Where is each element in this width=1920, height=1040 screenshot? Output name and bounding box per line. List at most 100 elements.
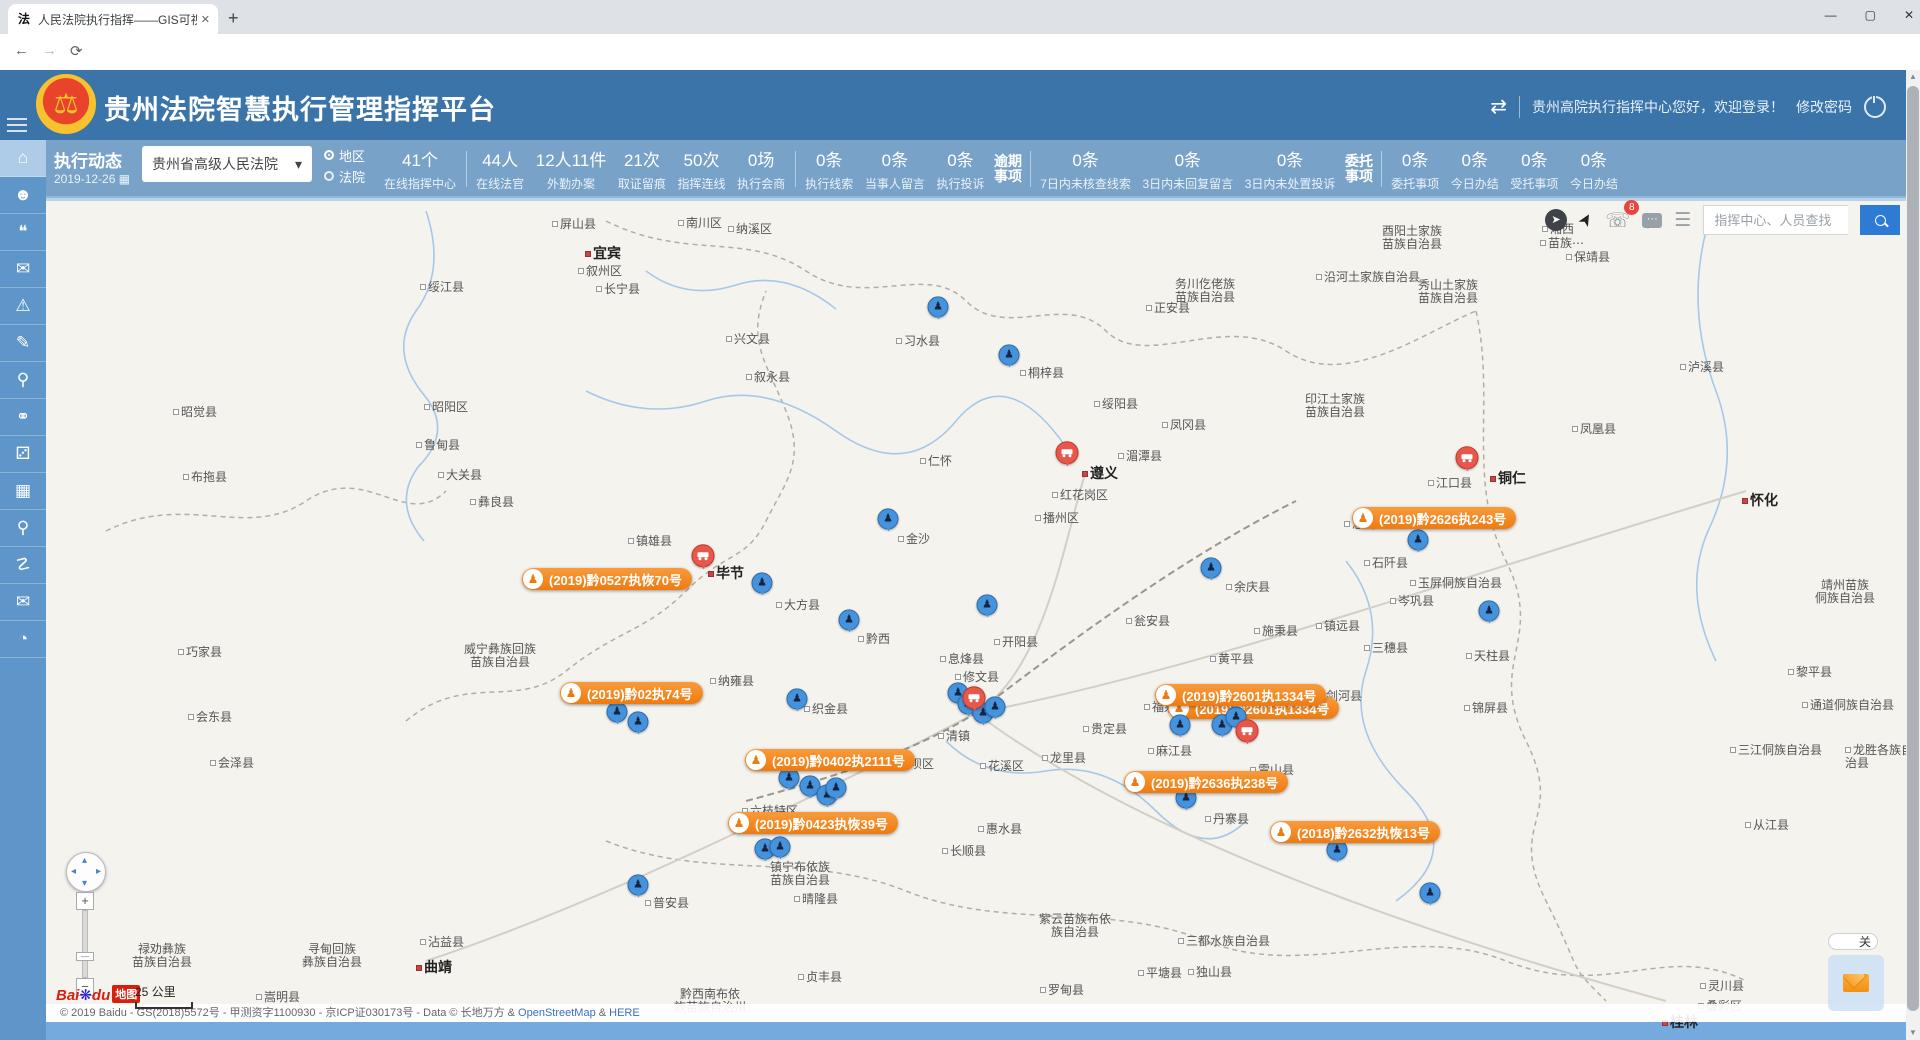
personnel-marker[interactable]: ♟ [878,508,899,529]
sidebar-item-modules[interactable]: ⚂ [0,436,46,473]
personnel-marker[interactable]: ♟ [628,874,649,895]
panel-toggle[interactable]: 关 [1828,933,1878,950]
personnel-marker[interactable]: ♟ [977,594,998,615]
intercom-icon[interactable]: ☏8 [1605,208,1630,233]
tab-close-icon[interactable]: ✕ [201,13,210,26]
logout-power-icon[interactable] [1864,96,1886,118]
personnel-marker[interactable]: ♟ [752,572,773,593]
date-label[interactable]: 2019-12-26 ▦ [54,172,130,186]
pan-down-icon[interactable]: ▾ [82,878,87,889]
radio-court[interactable]: 法院 [324,167,365,185]
stat-item[interactable]: 21次 取证留痕 [616,146,668,192]
case-number-label[interactable]: ♟ (2019)黔0402执2111号 [745,749,915,771]
zoom-in-button[interactable]: + [76,892,94,910]
case-number-label[interactable]: ♟ (2019)黔2626执243号 [1352,507,1516,529]
zoom-slider-handle[interactable]: — [76,952,94,961]
sidebar-item-mail[interactable]: ✉ [0,251,46,288]
vehicle-marker[interactable] [692,544,715,567]
browser-scrollbar[interactable]: ▲ ▼ [1906,70,1920,1040]
layers-icon[interactable]: ☰ [1674,209,1691,232]
case-number-label[interactable]: ♟ (2019)黔0527执恢70号 [522,568,692,590]
sidebar-item-process[interactable]: ☡ [0,547,46,584]
window-close-button[interactable]: ✕ [1904,8,1914,22]
stat-item[interactable]: 0条 委托事项 [1389,146,1441,192]
stat-item[interactable]: 0条 7日内未核查线索 [1038,146,1133,192]
personnel-marker[interactable]: ♟ [1479,600,1500,621]
stat-item[interactable]: 41个 在线指挥中心 [382,146,458,192]
gis-map[interactable] [46,198,1906,1022]
stat-item[interactable]: 0条 执行线索 [803,146,855,192]
sidebar-item-case-search[interactable]: ⚲ [0,362,46,399]
stat-item[interactable]: 0条 今日办结 [1449,146,1501,192]
reload-button[interactable]: ⟳ [70,42,83,60]
case-number-label[interactable]: ♟ (2019)黔2601执1334号 [1155,684,1326,706]
pan-right-icon[interactable]: ▸ [96,866,101,877]
scroll-up-icon[interactable]: ▲ [1906,70,1920,84]
personnel-marker[interactable]: ♟ [607,701,628,722]
window-maximize-button[interactable]: ▢ [1865,8,1876,22]
sidebar-item-documents[interactable]: ✎ [0,325,46,362]
court-selector[interactable]: 贵州省高级人民法院▾ [142,146,312,182]
search-button[interactable] [1860,205,1900,235]
case-number-label[interactable]: ♟ (2018)黔2632执恢13号 [1270,821,1440,843]
sidebar-item-record-search[interactable]: ⚲ [0,510,46,547]
new-tab-button[interactable]: + [228,8,239,29]
sidebar-item-links[interactable]: ⚭ [0,399,46,436]
personnel-marker[interactable]: ♟ [1201,557,1222,578]
zoom-slider-track[interactable] [82,910,88,978]
select-cursor-icon[interactable]: ➤ [1574,209,1598,231]
stat-item[interactable]: 0条 当事人留言 [863,146,927,192]
stat-item[interactable]: 50次 指挥连线 [676,146,728,192]
sidebar-item-alerts[interactable]: ⚠ [0,288,46,325]
personnel-marker[interactable]: ♟ [1408,529,1429,550]
personnel-marker[interactable]: ♟ [628,711,649,732]
message-widget[interactable] [1828,955,1884,1011]
personnel-marker[interactable]: ♟ [928,296,949,317]
sidebar-item-home[interactable]: ⌂ [0,140,46,177]
personnel-marker[interactable]: ♟ [787,688,808,709]
window-minimize-button[interactable]: — [1825,8,1837,22]
scroll-down-icon[interactable]: ▼ [1906,1026,1920,1040]
browser-tab[interactable]: 法 人民法院执行指挥——GIS可视化 ✕ [8,4,218,34]
forward-button[interactable]: → [42,42,57,59]
stat-item[interactable]: 12人11件 外勤办案 [534,146,609,192]
personnel-marker[interactable]: ♟ [999,344,1020,365]
stat-item[interactable]: 0条 3日内未处置投诉 [1243,146,1338,192]
scrollbar-thumb[interactable] [1907,86,1919,1011]
map-pan-control[interactable]: ▴ ▾ ◂ ▸ [66,852,106,892]
radio-region[interactable]: 地区 [324,146,365,164]
case-number-label[interactable]: ♟ (2019)黔0423执恢39号 [728,812,898,834]
stat-item[interactable]: 44人 在线法官 [474,146,526,192]
pan-up-icon[interactable]: ▴ [82,855,87,866]
stat-item[interactable]: 0条 受托事项 [1508,146,1560,192]
personnel-marker[interactable]: ♟ [770,836,791,857]
osm-link[interactable]: OpenStreetMap [518,1007,596,1019]
sidebar-item-chat[interactable]: ❝ [0,214,46,251]
menu-hamburger-icon[interactable] [7,114,27,136]
sidebar-item-schedule[interactable]: ▦ [0,473,46,510]
here-link[interactable]: HERE [609,1007,640,1019]
personnel-marker[interactable]: ♟ [1420,882,1441,903]
stat-item[interactable]: 0条 今日办结 [1568,146,1620,192]
map-search-input[interactable] [1703,205,1848,235]
change-password-link[interactable]: 修改密码 [1796,97,1852,117]
personnel-marker[interactable]: ♟ [826,777,847,798]
stat-item[interactable]: 0场 执行会商 [735,146,787,192]
back-button[interactable]: ← [14,42,29,59]
vehicle-marker[interactable] [1056,441,1079,464]
locate-icon[interactable]: ➤ [1545,209,1567,231]
pan-left-icon[interactable]: ◂ [71,866,76,877]
sidebar-item-personnel[interactable]: ☻ [0,177,46,214]
case-number-label[interactable]: ♟ (2019)黔2636执238号 [1124,771,1288,793]
switch-view-icon[interactable]: ⇄ [1490,94,1507,119]
sidebar-item-mail-2[interactable]: ✉ [0,584,46,621]
sidebar-item-statistics[interactable]: ◔ [0,621,46,658]
vehicle-marker[interactable] [1456,446,1479,469]
stat-item[interactable]: 0条 3日内未回复留言 [1140,146,1235,192]
stat-item[interactable]: 0条 执行投诉 [934,146,986,192]
chat-bubble-icon[interactable]: ··· [1642,213,1662,228]
vehicle-marker[interactable] [963,686,986,709]
personnel-marker[interactable]: ♟ [1170,714,1191,735]
calendar-icon[interactable]: ▦ [119,172,130,186]
vehicle-marker[interactable] [1236,719,1259,742]
